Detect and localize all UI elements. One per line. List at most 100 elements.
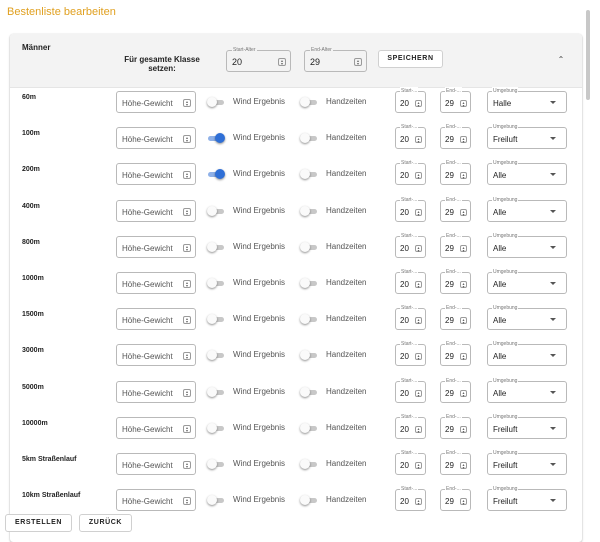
back-button[interactable]: ZURÜCK <box>79 514 132 532</box>
stepper-icon[interactable] <box>183 352 191 361</box>
stepper-icon[interactable] <box>183 280 191 288</box>
stepper-icon[interactable] <box>183 461 191 469</box>
hand-timing-toggle[interactable] <box>300 241 318 252</box>
end-age-field[interactable]: End-... 29 <box>440 159 471 186</box>
height-weight-field[interactable]: Höhe-Gewicht <box>116 344 196 367</box>
environment-select[interactable]: Umgebung Alle <box>487 159 567 186</box>
start-age-field[interactable]: Start-... 20 <box>395 87 426 113</box>
height-weight-field[interactable]: Höhe-Gewicht <box>116 199 196 222</box>
stepper-icon[interactable] <box>415 425 422 433</box>
stepper-icon[interactable] <box>415 498 422 506</box>
stepper-icon[interactable] <box>460 425 467 433</box>
stepper-icon[interactable] <box>460 498 467 506</box>
height-weight-field[interactable]: Höhe-Gewicht <box>116 163 196 186</box>
wind-toggle[interactable] <box>207 241 225 252</box>
end-age-field[interactable]: End-... 29 <box>440 449 471 475</box>
stepper-icon[interactable] <box>183 207 191 216</box>
height-weight-field[interactable]: Höhe-Gewicht <box>116 380 196 403</box>
height-weight-field[interactable]: Höhe-Gewicht <box>116 489 196 512</box>
height-weight-field[interactable]: Höhe-Gewicht <box>116 308 196 331</box>
hand-timing-toggle[interactable] <box>300 278 318 288</box>
hand-timing-toggle[interactable] <box>300 314 318 325</box>
class-end-age-field[interactable]: End-Alter 29 <box>304 46 367 72</box>
wind-toggle[interactable] <box>207 169 225 180</box>
end-age-field[interactable]: End-... 29 <box>440 195 471 222</box>
stepper-icon[interactable] <box>460 172 467 180</box>
hand-timing-toggle[interactable] <box>300 169 318 180</box>
wind-toggle[interactable] <box>207 314 225 325</box>
stepper-icon[interactable] <box>183 497 191 506</box>
end-age-field[interactable]: End-... 29 <box>440 412 471 439</box>
end-age-field[interactable]: End-... 29 <box>440 304 471 331</box>
end-age-field[interactable]: End-... 29 <box>440 231 471 258</box>
hand-timing-toggle[interactable] <box>300 495 318 506</box>
start-age-field[interactable]: Start-... 20 <box>395 304 426 331</box>
wind-toggle[interactable] <box>207 495 225 506</box>
height-weight-field[interactable]: Höhe-Gewicht <box>116 91 196 113</box>
save-button[interactable]: SPEICHERN <box>378 50 443 68</box>
end-age-field[interactable]: End-... 29 <box>440 376 471 403</box>
stepper-icon[interactable] <box>278 58 286 66</box>
wind-toggle[interactable] <box>207 386 225 397</box>
environment-select[interactable]: Umgebung Alle <box>487 340 567 367</box>
start-age-field[interactable]: Start-... 20 <box>395 412 426 439</box>
stepper-icon[interactable] <box>460 281 467 288</box>
height-weight-field[interactable]: Höhe-Gewicht <box>116 416 196 439</box>
wind-toggle[interactable] <box>207 97 225 107</box>
start-age-field[interactable]: Start-... 20 <box>395 231 426 258</box>
stepper-icon[interactable] <box>183 243 191 252</box>
environment-select[interactable]: Umgebung Alle <box>487 231 567 258</box>
environment-select[interactable]: Umgebung Halle <box>487 87 567 113</box>
stepper-icon[interactable] <box>460 100 467 107</box>
stepper-icon[interactable] <box>415 100 422 107</box>
stepper-icon[interactable] <box>415 172 422 180</box>
hand-timing-toggle[interactable] <box>300 350 318 361</box>
start-age-field[interactable]: Start-... 20 <box>395 268 426 294</box>
stepper-icon[interactable] <box>415 317 422 325</box>
stepper-icon[interactable] <box>460 317 467 325</box>
end-age-field[interactable]: End-... 29 <box>440 123 471 150</box>
hand-timing-toggle[interactable] <box>300 422 318 433</box>
stepper-icon[interactable] <box>460 136 467 144</box>
stepper-icon[interactable] <box>415 208 422 216</box>
wind-toggle[interactable] <box>207 133 225 144</box>
hand-timing-toggle[interactable] <box>300 459 318 469</box>
height-weight-field[interactable]: Höhe-Gewicht <box>116 235 196 258</box>
class-header[interactable]: Männer Für gesamte Klasse setzen: Start-… <box>10 34 582 88</box>
stepper-icon[interactable] <box>460 389 467 397</box>
height-weight-field[interactable]: Höhe-Gewicht <box>116 453 196 475</box>
stepper-icon[interactable] <box>415 462 422 469</box>
start-age-field[interactable]: Start-... 20 <box>395 123 426 150</box>
chevron-up-icon[interactable]: ⌃ <box>557 56 565 64</box>
stepper-icon[interactable] <box>183 171 191 180</box>
hand-timing-toggle[interactable] <box>300 97 318 107</box>
stepper-icon[interactable] <box>415 389 422 397</box>
end-age-field[interactable]: End-... 29 <box>440 87 471 113</box>
wind-toggle[interactable] <box>207 205 225 216</box>
wind-toggle[interactable] <box>207 278 225 288</box>
environment-select[interactable]: Umgebung Alle <box>487 268 567 294</box>
environment-select[interactable]: Umgebung Freiluft <box>487 449 567 475</box>
environment-select[interactable]: Umgebung Alle <box>487 304 567 331</box>
stepper-icon[interactable] <box>354 58 362 66</box>
end-age-field[interactable]: End-... 29 <box>440 268 471 294</box>
environment-select[interactable]: Umgebung Freiluft <box>487 123 567 150</box>
end-age-field[interactable]: End-... 29 <box>440 340 471 367</box>
environment-select[interactable]: Umgebung Alle <box>487 376 567 403</box>
stepper-icon[interactable] <box>460 244 467 252</box>
wind-toggle[interactable] <box>207 350 225 361</box>
stepper-icon[interactable] <box>183 424 191 433</box>
create-button[interactable]: ERSTELLEN <box>5 514 72 532</box>
stepper-icon[interactable] <box>415 353 422 361</box>
hand-timing-toggle[interactable] <box>300 386 318 397</box>
stepper-icon[interactable] <box>183 99 191 107</box>
hand-timing-toggle[interactable] <box>300 205 318 216</box>
stepper-icon[interactable] <box>460 208 467 216</box>
height-weight-field[interactable]: Höhe-Gewicht <box>116 272 196 294</box>
height-weight-field[interactable]: Höhe-Gewicht <box>116 127 196 150</box>
stepper-icon[interactable] <box>183 135 191 144</box>
stepper-icon[interactable] <box>415 281 422 288</box>
stepper-icon[interactable] <box>183 388 191 397</box>
end-age-field[interactable]: End-... 29 <box>440 485 471 512</box>
environment-select[interactable]: Umgebung Alle <box>487 195 567 222</box>
